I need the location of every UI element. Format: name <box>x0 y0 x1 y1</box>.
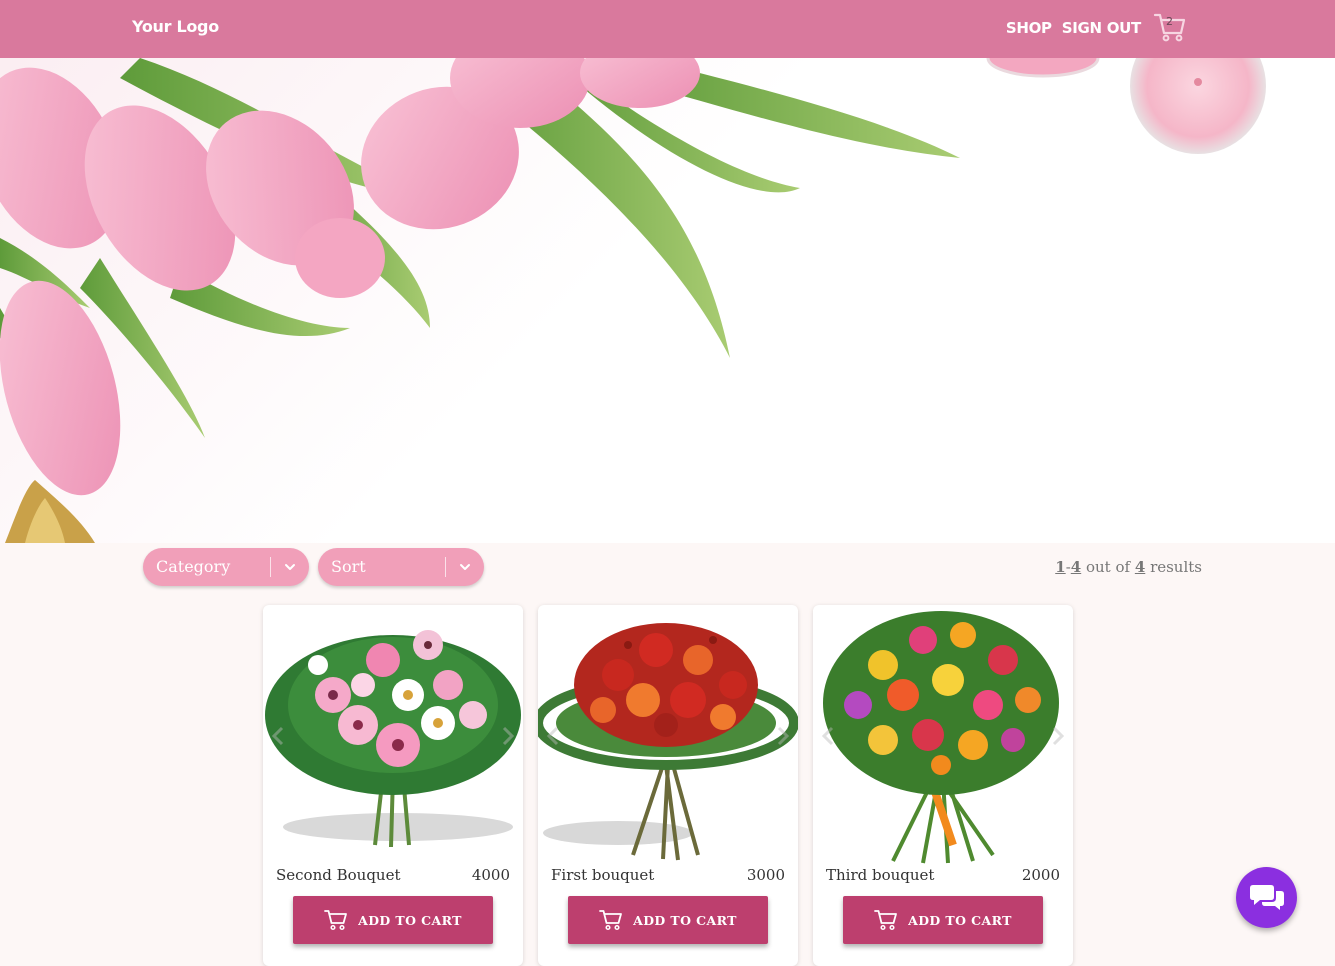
red-bouquet-image <box>538 623 798 861</box>
mixed-bouquet-image <box>823 611 1059 864</box>
add-to-cart-label: ADD TO CART <box>633 912 737 928</box>
pink-bouquet-image <box>265 630 521 848</box>
prev-image-arrow-icon[interactable] <box>271 725 285 747</box>
product-price: 4000 <box>471 866 510 884</box>
nav-sign-out-link[interactable]: SIGN OUT <box>1062 19 1142 37</box>
category-select-label: Category <box>156 557 231 576</box>
product-card: First bouquet 3000 ADD TO CART <box>538 605 798 966</box>
sort-select-label: Sort <box>331 557 366 576</box>
add-to-cart-label: ADD TO CART <box>358 912 462 928</box>
results-total: 4 <box>1134 558 1146 576</box>
cart-button[interactable]: 2 <box>1153 11 1187 45</box>
product-price: 2000 <box>1021 866 1060 884</box>
next-image-arrow-icon[interactable] <box>501 725 515 747</box>
results-count: 1-4 out of 4 results <box>1055 558 1202 576</box>
product-card: Second Bouquet 4000 ADD TO CART <box>263 605 523 966</box>
cart-icon <box>599 910 622 931</box>
category-select[interactable]: Category <box>143 548 309 586</box>
product-grid: Second Bouquet 4000 ADD TO CART First bo… <box>263 605 1073 966</box>
site-logo[interactable]: Your Logo <box>132 17 219 36</box>
top-navbar: Your Logo SHOP SIGN OUT 2 <box>0 0 1335 58</box>
prev-image-arrow-icon[interactable] <box>821 725 835 747</box>
product-card: Third bouquet 2000 ADD TO CART <box>813 605 1073 966</box>
prev-image-arrow-icon[interactable] <box>546 725 560 747</box>
add-to-cart-button[interactable]: ADD TO CART <box>843 896 1043 944</box>
add-to-cart-button[interactable]: ADD TO CART <box>568 896 768 944</box>
product-name[interactable]: Second Bouquet <box>276 866 401 884</box>
add-to-cart-button[interactable]: ADD TO CART <box>293 896 493 944</box>
filter-bar: Category Sort <box>143 548 484 586</box>
cart-icon <box>874 910 897 931</box>
select-divider <box>445 557 446 577</box>
add-to-cart-label: ADD TO CART <box>908 912 1012 928</box>
product-name[interactable]: Third bouquet <box>826 866 934 884</box>
product-image <box>263 605 523 867</box>
next-image-arrow-icon[interactable] <box>1051 725 1065 747</box>
chat-icon <box>1250 885 1284 910</box>
sort-select[interactable]: Sort <box>318 548 484 586</box>
next-image-arrow-icon[interactable] <box>776 725 790 747</box>
product-price: 3000 <box>746 866 785 884</box>
product-name[interactable]: First bouquet <box>551 866 654 884</box>
hero-tulips-image <box>0 58 1266 543</box>
chevron-down-icon <box>460 564 470 570</box>
cart-count-badge: 2 <box>1166 15 1173 28</box>
chevron-down-icon <box>285 564 295 570</box>
nav-shop-link[interactable]: SHOP <box>1006 19 1052 37</box>
select-divider <box>270 557 271 577</box>
results-range-start: 1 <box>1055 558 1066 576</box>
main-nav: SHOP SIGN OUT 2 <box>1006 11 1187 45</box>
hero-banner <box>0 58 1335 543</box>
results-suffix-text: results <box>1150 558 1202 576</box>
product-image <box>813 605 1073 867</box>
product-image <box>538 605 798 867</box>
cart-icon <box>324 910 347 931</box>
results-middle-text: out of <box>1085 558 1131 576</box>
chat-button[interactable] <box>1236 867 1297 928</box>
results-range-end: 4 <box>1070 558 1082 576</box>
